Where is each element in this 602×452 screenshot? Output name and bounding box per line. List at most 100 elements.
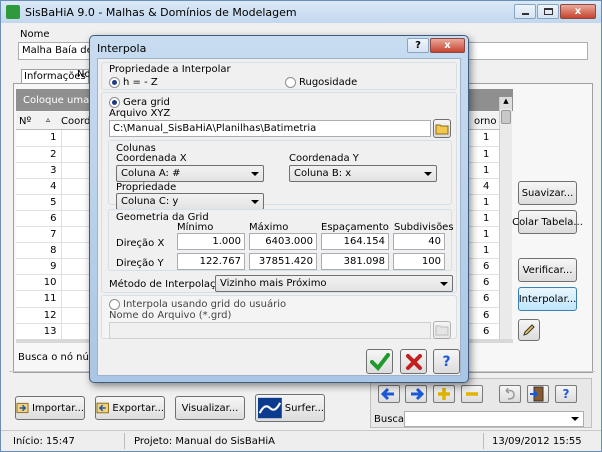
x-max-field[interactable]: 6403.000	[249, 233, 317, 250]
grid-scrollbar[interactable]: ▲	[499, 97, 512, 339]
help-question-icon: ?	[442, 353, 451, 370]
importar-label: Importar...	[31, 402, 84, 414]
suavizar-button[interactable]: Suavizar...	[518, 181, 577, 205]
y-max-field[interactable]: 37851.420	[249, 253, 317, 270]
radio-gera-grid[interactable]	[109, 97, 120, 108]
y-esp-field[interactable]: 381.098	[321, 253, 389, 270]
verificar-button[interactable]: Verificar...	[518, 258, 577, 282]
row-contorno: 6	[479, 323, 499, 339]
row-contorno: 6	[479, 274, 499, 292]
row-number: 5	[16, 194, 62, 211]
propriedade-label: Propriedade	[116, 182, 177, 193]
status-inicio: Início: 15:47	[13, 436, 75, 447]
x-min-field[interactable]: 1.000	[177, 233, 245, 250]
propriedade-value: Coluna C: y	[121, 196, 179, 207]
radio-h-label: h = - Z	[123, 77, 158, 88]
x-sub-field[interactable]: 40	[393, 233, 445, 250]
main-title: SisBaHiA 9.0 - Malhas & Domínios de Mode…	[25, 6, 297, 19]
y-min-field[interactable]: 122.767	[177, 253, 245, 270]
chevron-down-icon	[251, 172, 259, 176]
radio-interpola-user[interactable]	[109, 299, 120, 310]
propriedade-combo[interactable]: Coluna C: y	[116, 193, 264, 210]
busca-label: Busca:	[374, 414, 408, 425]
geometria-group: Geometria da Grid Mínimo Máximo Espaçame…	[108, 209, 454, 271]
prop-group-label: Propriedade a Interpolar	[109, 64, 231, 75]
row-number: 10	[16, 274, 62, 292]
scroll-thumb[interactable]	[501, 110, 511, 124]
next-arrow-icon[interactable]	[405, 385, 427, 403]
row-contorno: 6	[479, 290, 499, 308]
export-icon	[96, 402, 109, 414]
row-number: 2	[16, 146, 62, 163]
radio-rugosidade-label: Rugosidade	[299, 77, 358, 88]
minimize-icon[interactable]	[514, 4, 536, 19]
row-number: 4	[16, 178, 62, 195]
importar-button[interactable]: Importar...	[15, 396, 85, 420]
exit-door-icon[interactable]	[527, 385, 549, 403]
chevron-down-icon	[251, 200, 259, 204]
header-maximo: Máximo	[249, 222, 289, 233]
main-title-bar: SisBaHiA 9.0 - Malhas & Domínios de Mode…	[1, 1, 601, 23]
help-icon[interactable]: ?	[555, 385, 577, 403]
browse-xyz-button[interactable]	[433, 119, 451, 138]
exportar-button[interactable]: Exportar...	[95, 396, 165, 420]
interpola-dialog: Interpola ? x Propriedade a Interpolar h…	[89, 35, 469, 383]
nome-arquivo-field	[109, 322, 431, 339]
row-contorno: 1	[479, 194, 499, 211]
cancel-x-icon	[405, 353, 422, 370]
radio-rugosidade[interactable]	[285, 77, 296, 88]
row-contorno: 1	[479, 210, 499, 228]
row-number: 11	[16, 290, 62, 308]
status-bar: Início: 15:47 Projeto: Manual do SisBaHi…	[1, 430, 601, 451]
arquivo-xyz-field[interactable]: C:\Manual_SisBaHiA\Planilhas\Batimetria	[109, 120, 431, 137]
y-sub-field[interactable]: 100	[393, 253, 445, 270]
surfer-label: Surfer...	[284, 402, 324, 414]
dialog-close-icon[interactable]: x	[430, 38, 465, 53]
interpola-user-label: Interpola usando grid do usuário	[123, 299, 287, 310]
row-contorno: 4	[479, 178, 499, 195]
gera-grid-label: Gera grid	[123, 97, 170, 108]
header-no: Nº	[19, 116, 32, 127]
undo-icon[interactable]	[499, 385, 521, 403]
edit-pencil-button[interactable]	[518, 319, 540, 341]
coord-y-combo[interactable]: Coluna B: x	[289, 165, 437, 182]
row-number: 1	[16, 130, 62, 147]
maximize-icon[interactable]	[537, 4, 559, 19]
coord-x-label: Coordenada X	[116, 153, 187, 164]
row-number: 13	[16, 323, 62, 339]
visualizar-button[interactable]: Visualizar...	[175, 396, 245, 420]
arquivo-xyz-label: Arquivo XYZ	[109, 108, 171, 119]
row-number: 9	[16, 258, 62, 276]
row-number: 6	[16, 210, 62, 228]
colar-tabela-button[interactable]: Colar Tabela...	[512, 210, 583, 234]
remove-icon[interactable]	[461, 385, 483, 403]
scroll-up-icon[interactable]: ▲	[500, 97, 512, 109]
coord-y-label: Coordenada Y	[289, 153, 359, 164]
dialog-title: Interpola	[97, 42, 147, 55]
nav-panel: ? Busca:	[370, 378, 592, 428]
gera-grid-group: Gera grid Arquivo XYZ C:\Manual_SisBaHiA…	[101, 92, 457, 293]
radio-h[interactable]	[109, 77, 120, 88]
surfer-button[interactable]: Surfer...	[255, 394, 325, 422]
close-icon[interactable]: x	[560, 4, 596, 19]
ok-button[interactable]	[366, 349, 393, 374]
coord-x-combo[interactable]: Coluna A: #	[116, 165, 264, 182]
colunas-group: Colunas Coordenada X Coluna A: # Coorden…	[108, 140, 452, 210]
row-number: 3	[16, 162, 62, 179]
interpolar-button[interactable]: Interpolar...	[518, 287, 577, 311]
busca-combo[interactable]	[404, 411, 584, 427]
row-number: 12	[16, 307, 62, 324]
coord-y-value: Coluna B: x	[294, 168, 352, 179]
row-contorno: 1	[479, 162, 499, 179]
add-icon[interactable]	[433, 385, 455, 403]
browse-grd-button	[433, 321, 451, 339]
dialog-help-icon[interactable]: ?	[407, 38, 429, 53]
x-esp-field[interactable]: 164.154	[321, 233, 389, 250]
row-contorno: 1	[479, 242, 499, 260]
pencil-icon	[523, 324, 535, 336]
cancel-button[interactable]	[400, 349, 427, 374]
header-contorno: orno	[474, 116, 497, 127]
metodo-combo[interactable]: Vizinho mais Próximo	[215, 275, 453, 292]
help-button[interactable]: ?	[433, 349, 460, 374]
prev-arrow-icon[interactable]	[378, 385, 400, 403]
